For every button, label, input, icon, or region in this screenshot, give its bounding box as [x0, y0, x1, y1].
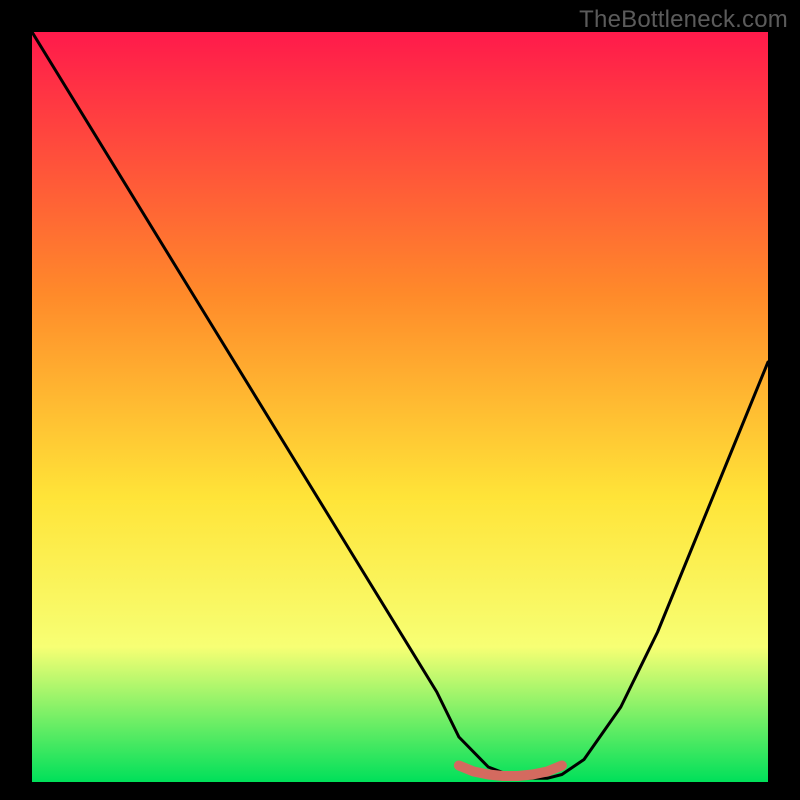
gradient-background [32, 32, 768, 782]
chart-svg [32, 32, 768, 782]
watermark-text: TheBottleneck.com [579, 6, 788, 34]
chart-frame: TheBottleneck.com [0, 0, 800, 800]
plot-area [32, 32, 768, 782]
